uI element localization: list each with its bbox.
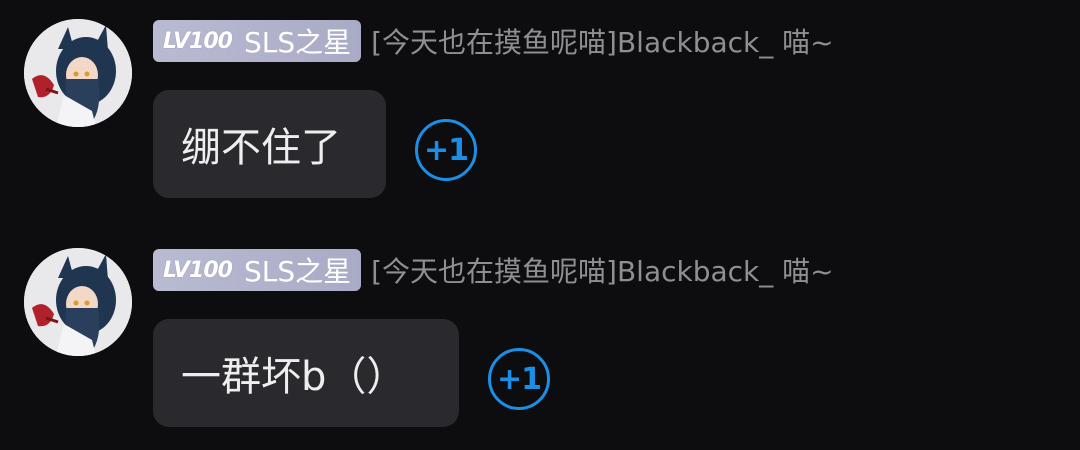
message-header: LV100 SLS之星 [今天也在摸鱼呢喵]Blackback_ 喵~ (153, 20, 834, 62)
level-badge: LV100 (163, 28, 233, 54)
title-badge: SLS之星 (243, 26, 352, 59)
avatar[interactable] (24, 19, 132, 127)
anime-character-avatar-icon (24, 248, 132, 356)
user-badge: LV100 SLS之星 (153, 249, 362, 291)
sender-nickname[interactable]: [今天也在摸鱼呢喵]Blackback_ 喵~ (371, 250, 834, 290)
message-header: LV100 SLS之星 [今天也在摸鱼呢喵]Blackback_ 喵~ (153, 249, 834, 291)
plus-one-label: +1 (423, 132, 469, 168)
avatar[interactable] (24, 248, 132, 356)
title-badge: SLS之星 (243, 255, 352, 288)
plus-one-label: +1 (496, 361, 542, 397)
message-text: 一群坏b（） (181, 354, 407, 400)
sender-nickname[interactable]: [今天也在摸鱼呢喵]Blackback_ 喵~ (371, 21, 834, 61)
plus-one-button[interactable]: +1 (488, 348, 550, 410)
anime-character-avatar-icon (24, 19, 132, 127)
message-bubble[interactable]: 绷不住了 (153, 90, 386, 198)
level-badge: LV100 (163, 257, 233, 283)
message-text: 绷不住了 (181, 125, 341, 171)
message-bubble[interactable]: 一群坏b（） (153, 319, 459, 427)
chat-message-list: LV100 SLS之星 [今天也在摸鱼呢喵]Blackback_ 喵~ 绷不住了… (0, 0, 1080, 450)
plus-one-button[interactable]: +1 (415, 119, 477, 181)
user-badge: LV100 SLS之星 (153, 20, 362, 62)
